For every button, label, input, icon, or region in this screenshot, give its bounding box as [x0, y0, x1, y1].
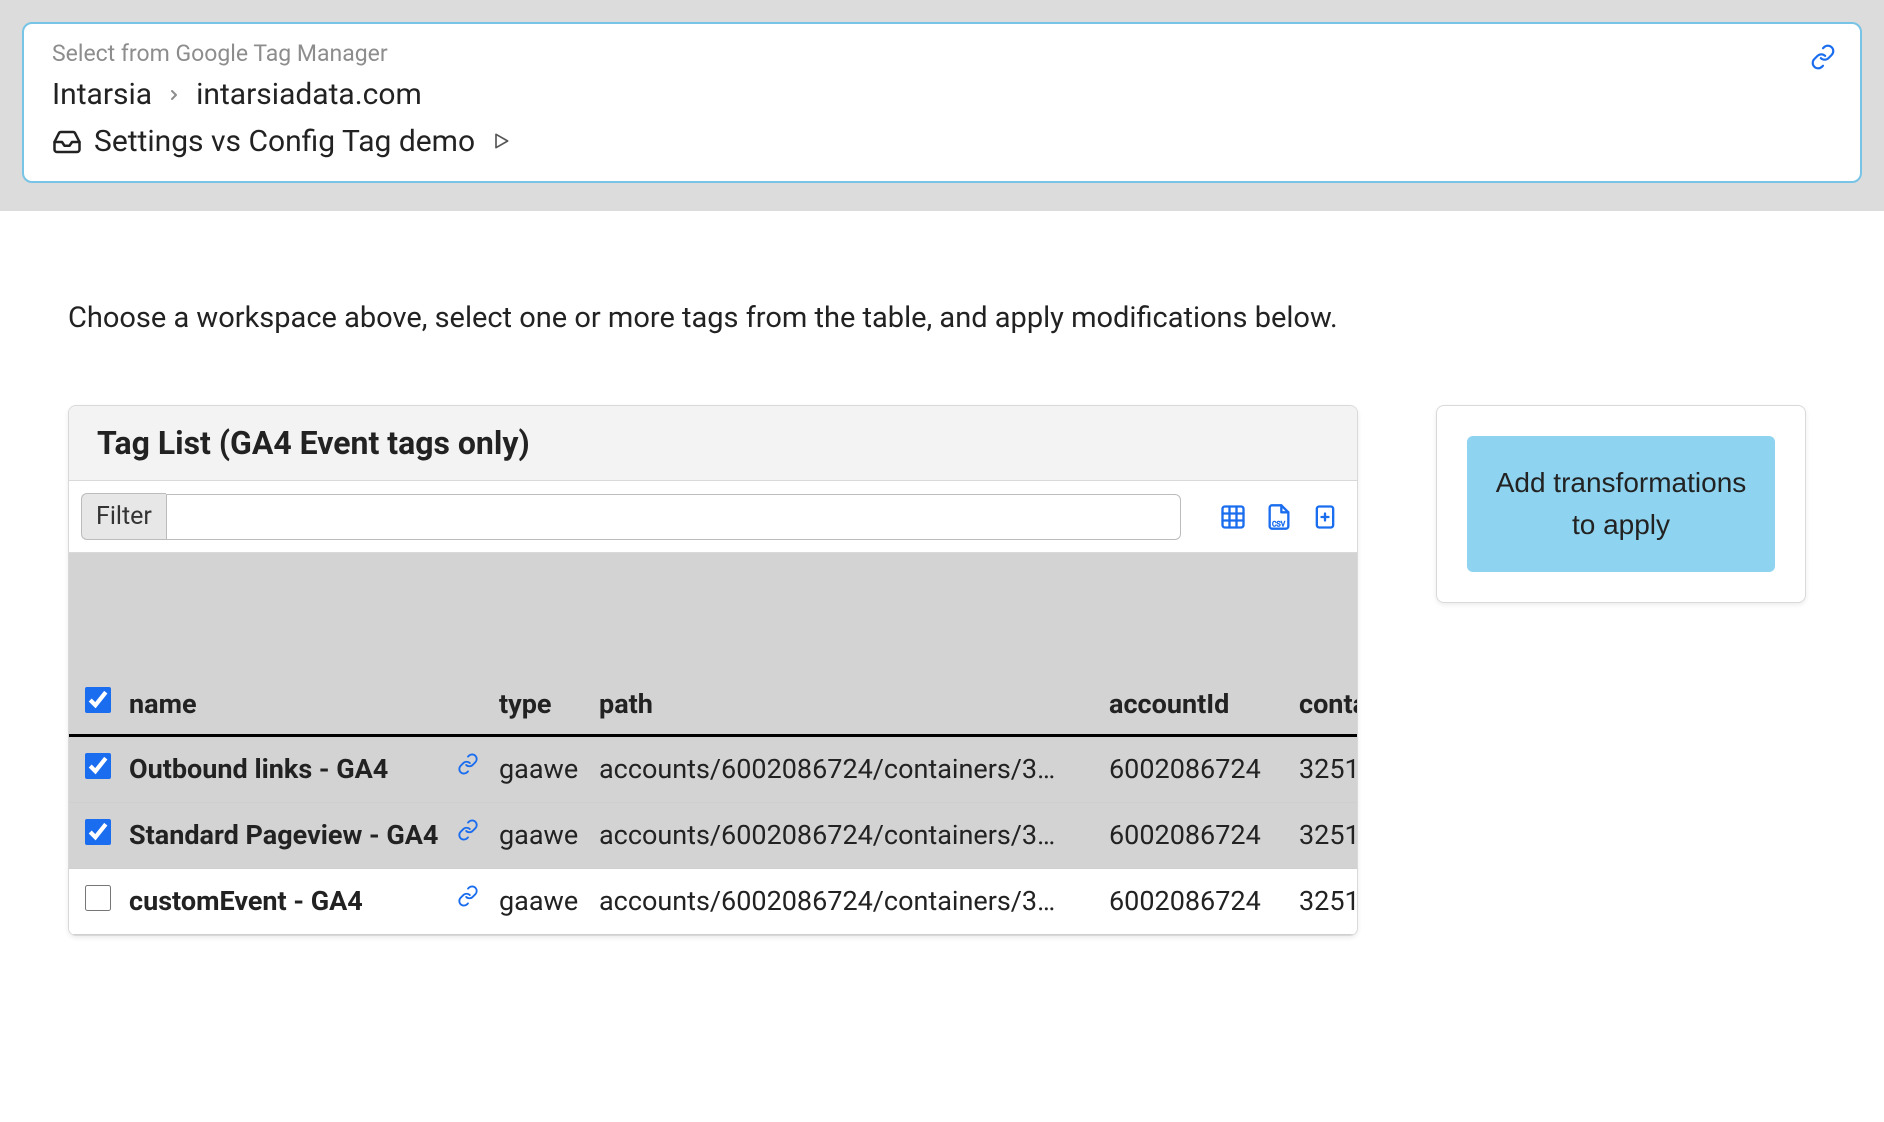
col-path[interactable]: path	[589, 673, 1099, 736]
workspace-name: Settings vs Config Tag demo	[94, 124, 475, 159]
col-name[interactable]: name	[119, 673, 489, 736]
gtm-selector-box[interactable]: Select from Google Tag Manager Intarsia …	[22, 22, 1862, 183]
table-icon[interactable]	[1219, 503, 1247, 531]
chevron-right-icon	[166, 81, 182, 109]
link-icon[interactable]	[457, 885, 479, 907]
svg-text:CSV: CSV	[1272, 520, 1286, 528]
filter-row: Filter CSV	[69, 481, 1357, 553]
gtm-selector-label: Select from Google Tag Manager	[52, 40, 1832, 67]
col-containerid[interactable]: conta	[1289, 673, 1358, 736]
row-type: gaawe	[489, 803, 589, 869]
grid-spacer	[69, 553, 1357, 673]
row-containerid: 32518	[1289, 869, 1358, 935]
row-containerid: 32518	[1289, 803, 1358, 869]
col-type[interactable]: type	[489, 673, 589, 736]
tag-list-card: Tag List (GA4 Event tags only) Filter CS…	[68, 405, 1358, 936]
row-path: accounts/6002086724/containers/3…	[589, 869, 1099, 935]
table-row[interactable]: Standard Pageview - GA4 gaawe accounts/6…	[69, 803, 1358, 869]
row-path: accounts/6002086724/containers/3…	[589, 803, 1099, 869]
row-checkbox[interactable]	[85, 819, 111, 845]
add-transformations-button[interactable]: Add transformations to apply	[1467, 436, 1775, 572]
row-name: Outbound links - GA4	[129, 753, 388, 785]
tag-list-title: Tag List (GA4 Event tags only)	[69, 406, 1357, 481]
table-row[interactable]: customEvent - GA4 gaawe accounts/6002086…	[69, 869, 1358, 935]
clipboard-add-icon[interactable]	[1311, 503, 1339, 531]
table-row[interactable]: Outbound links - GA4 gaawe accounts/6002…	[69, 736, 1358, 803]
col-select	[69, 673, 119, 736]
col-accountid[interactable]: accountId	[1099, 673, 1289, 736]
filter-label: Filter	[81, 493, 166, 540]
external-link-icon[interactable]	[1810, 44, 1836, 76]
inbox-icon	[52, 127, 82, 157]
breadcrumb: Intarsia intarsiadata.com	[52, 77, 1832, 112]
row-name: customEvent - GA4	[129, 885, 363, 917]
filter-input[interactable]	[166, 494, 1181, 540]
gtm-selector-band: Select from Google Tag Manager Intarsia …	[0, 0, 1884, 211]
row-containerid: 32518	[1289, 736, 1358, 803]
select-all-checkbox[interactable]	[85, 687, 111, 713]
instruction-text: Choose a workspace above, select one or …	[68, 301, 1884, 335]
breadcrumb-container[interactable]: intarsiadata.com	[196, 77, 422, 112]
row-type: gaawe	[489, 869, 589, 935]
row-accountid: 6002086724	[1099, 803, 1289, 869]
transform-card: Add transformations to apply	[1436, 405, 1806, 603]
row-checkbox[interactable]	[85, 885, 111, 911]
row-name: Standard Pageview - GA4	[129, 819, 438, 851]
csv-export-icon[interactable]: CSV	[1265, 503, 1293, 531]
play-outline-icon	[491, 124, 511, 159]
row-checkbox[interactable]	[85, 753, 111, 779]
link-icon[interactable]	[457, 753, 479, 775]
row-path: accounts/6002086724/containers/3…	[589, 736, 1099, 803]
row-accountid: 6002086724	[1099, 736, 1289, 803]
link-icon[interactable]	[457, 819, 479, 841]
workspace-line[interactable]: Settings vs Config Tag demo	[52, 124, 1832, 159]
row-accountid: 6002086724	[1099, 869, 1289, 935]
breadcrumb-account[interactable]: Intarsia	[52, 77, 152, 112]
row-type: gaawe	[489, 736, 589, 803]
tag-table: name type path accountId conta Outbound …	[69, 673, 1358, 935]
